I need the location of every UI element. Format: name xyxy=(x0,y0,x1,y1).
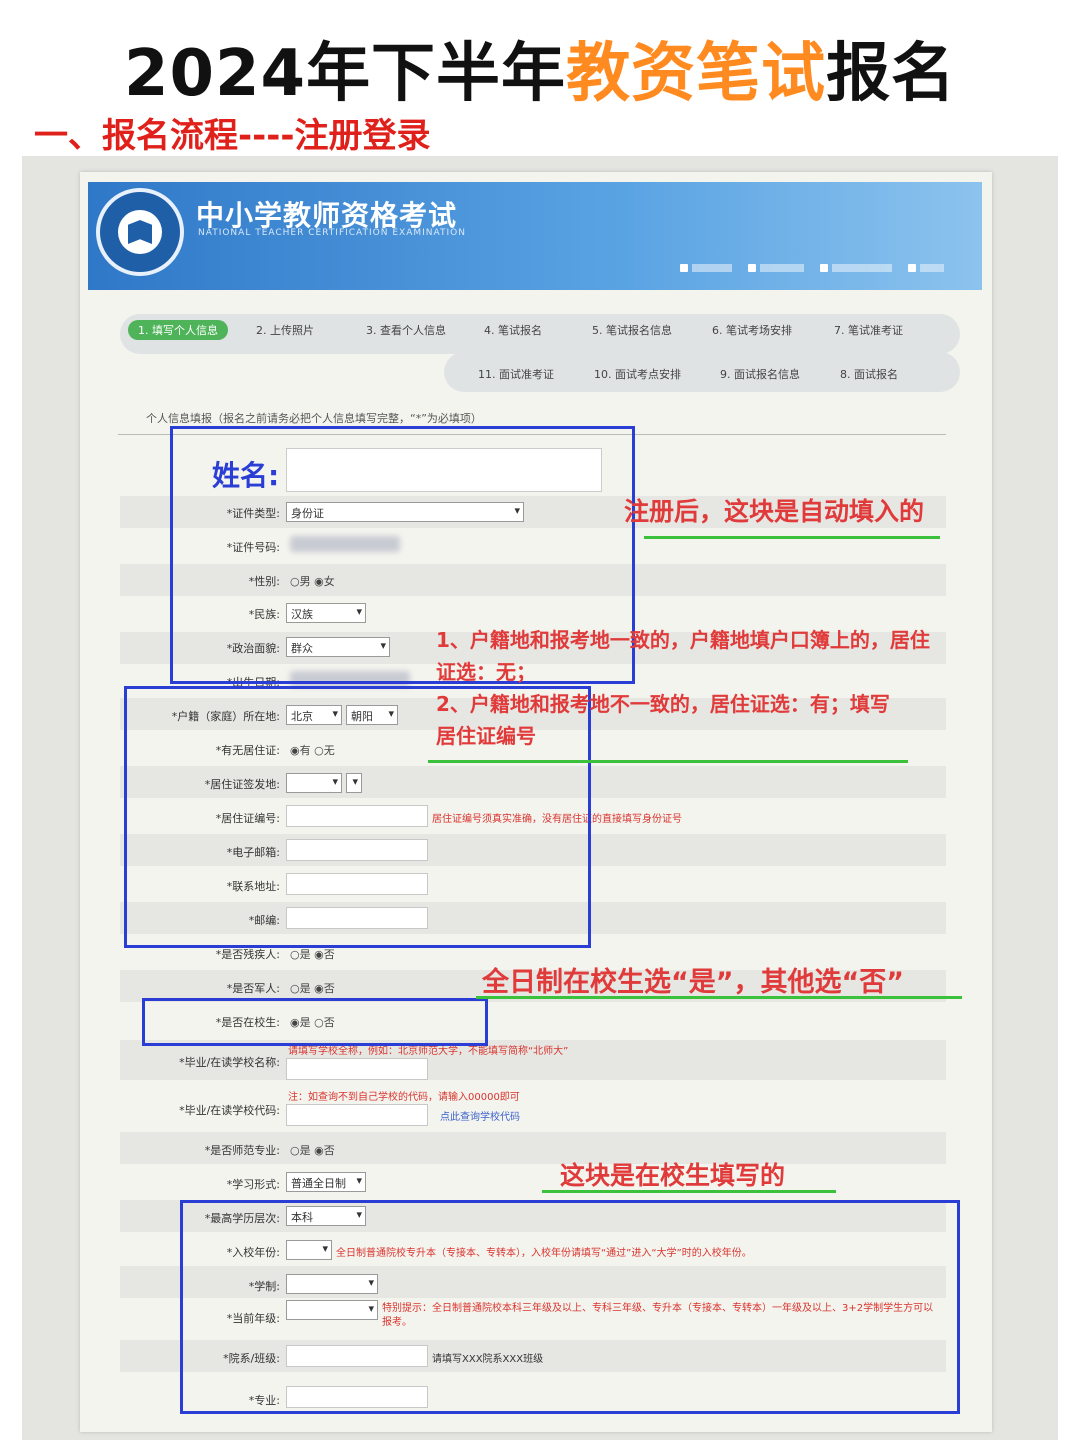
autofill-annotation: 注册后，这块是自动填入的 xyxy=(624,497,925,526)
link-icon xyxy=(748,264,756,272)
normal-major-radio[interactable]: ○是 ◉否 xyxy=(290,1142,335,1158)
logo-icon xyxy=(96,188,184,276)
school-code-input[interactable] xyxy=(286,1104,428,1126)
underline xyxy=(542,1190,836,1193)
step-3[interactable]: 3. 查看个人信息 xyxy=(366,322,446,338)
step-5[interactable]: 5. 笔试报名信息 xyxy=(592,322,672,338)
underline xyxy=(644,536,940,539)
banner-link[interactable] xyxy=(680,264,732,272)
military-label: *是否军人: xyxy=(226,982,280,995)
link-icon xyxy=(820,264,828,272)
underline xyxy=(428,760,908,763)
section-subtitle: 一、报名流程----注册登录 xyxy=(34,116,431,156)
step-6[interactable]: 6. 笔试考场安排 xyxy=(712,322,792,338)
banner-link[interactable] xyxy=(908,264,944,272)
banner-link[interactable] xyxy=(748,264,804,272)
normal-major-label: *是否师范专业: xyxy=(204,1144,280,1157)
household-annotation-2: 2、户籍地和报考地不一致的，居住证选：有；填写居住证编号 xyxy=(436,692,890,748)
school-name-label: *毕业/在读学校名称: xyxy=(179,1056,280,1069)
household-annotation-1: 1、户籍地和报考地一致的，户籍地填户口簿上的，居住证选：无； xyxy=(436,628,930,684)
step-2[interactable]: 2. 上传照片 xyxy=(256,322,314,338)
underline xyxy=(476,996,962,999)
link-icon xyxy=(908,264,916,272)
step-11[interactable]: 11. 面试准考证 xyxy=(478,366,554,382)
step-4[interactable]: 4. 笔试报名 xyxy=(484,322,542,338)
banner-link[interactable] xyxy=(820,264,892,272)
banner-links xyxy=(680,264,944,272)
step-10[interactable]: 10. 面试考点安排 xyxy=(594,366,681,382)
student-box xyxy=(142,998,488,1046)
student-fill-box xyxy=(180,1200,960,1414)
disabled-radio[interactable]: ○是 ◉否 xyxy=(290,946,335,962)
step-1[interactable]: 1. 填写个人信息 xyxy=(128,320,228,340)
school-name-input[interactable] xyxy=(286,1058,428,1080)
step-8[interactable]: 8. 面试报名 xyxy=(840,366,898,382)
school-code-label: *毕业/在读学校代码: xyxy=(179,1104,280,1117)
school-code-note: 注：如查询不到自己学校的代码，请输入00000即可 xyxy=(288,1092,520,1103)
step-7[interactable]: 7. 笔试准考证 xyxy=(834,322,903,338)
step-9[interactable]: 9. 面试报名信息 xyxy=(720,366,800,382)
student-annotation: 全日制在校生选“是”，其他选“否” xyxy=(482,967,904,998)
site-name-en: NATIONAL TEACHER CERTIFICATION EXAMINATI… xyxy=(198,228,466,238)
page-title: 2024年下半年教资笔试报名 xyxy=(123,37,957,111)
student-fill-annotation: 这块是在校生填写的 xyxy=(560,1161,786,1190)
link-icon xyxy=(680,264,688,272)
disabled-label: *是否残疾人: xyxy=(215,948,280,961)
study-form-select[interactable]: 普通全日制 xyxy=(286,1172,366,1192)
military-radio[interactable]: ○是 ◉否 xyxy=(290,980,335,996)
form-section-head: 个人信息填报（报名之前请务必把个人信息填写完整，“*”为必填项） xyxy=(146,412,482,425)
school-code-link[interactable]: 点此查询学校代码 xyxy=(440,1108,520,1123)
study-form-label: *学习形式: xyxy=(226,1178,280,1191)
